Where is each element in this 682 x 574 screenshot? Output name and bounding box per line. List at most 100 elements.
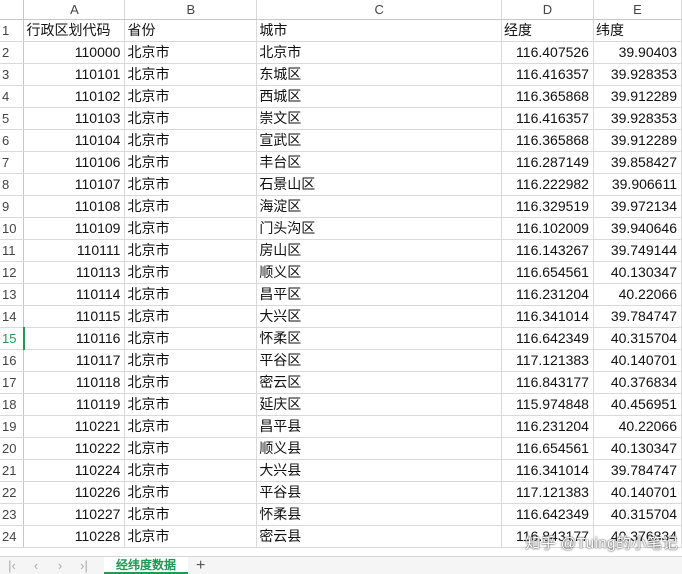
cell-b[interactable]: 北京市 <box>124 525 258 548</box>
cell-b[interactable]: 北京市 <box>124 173 258 196</box>
add-sheet-icon[interactable]: + <box>196 557 205 574</box>
cell-d[interactable]: 116.102009 <box>501 217 594 240</box>
cell-c[interactable]: 北京市 <box>256 41 503 64</box>
cell-c[interactable]: 石景山区 <box>256 173 503 196</box>
cell-e[interactable]: 39.906611 <box>593 173 682 196</box>
cell-c[interactable]: 延庆区 <box>256 393 503 416</box>
cell-b[interactable]: 北京市 <box>124 195 258 218</box>
cell-b[interactable]: 北京市 <box>124 415 258 438</box>
corner-cell[interactable] <box>0 0 25 20</box>
sheet-tab-active[interactable]: 经纬度数据 <box>104 557 189 574</box>
cell-e[interactable]: 40.315704 <box>593 327 682 350</box>
cell-d[interactable]: 115.974848 <box>501 393 594 416</box>
cell-a[interactable]: 110106 <box>23 151 126 174</box>
cell-e[interactable]: 40.140701 <box>593 481 682 504</box>
cell-e[interactable]: 39.912289 <box>593 85 682 108</box>
cell-c[interactable]: 平谷县 <box>256 481 503 504</box>
row-number[interactable]: 10 <box>0 217 25 240</box>
cell-c[interactable]: 西城区 <box>256 85 503 108</box>
row-number[interactable]: 13 <box>0 283 25 306</box>
cell-a[interactable]: 110113 <box>23 261 126 284</box>
row-number[interactable]: 14 <box>0 305 25 328</box>
cell-e[interactable]: 39.749144 <box>593 239 682 262</box>
cell-e[interactable]: 40.315704 <box>593 503 682 526</box>
row-number[interactable]: 11 <box>0 239 25 262</box>
cell-d[interactable]: 116.843177 <box>501 371 594 394</box>
row-number[interactable]: 1 <box>0 19 25 42</box>
row-number[interactable]: 8 <box>0 173 25 196</box>
cell-a[interactable]: 110119 <box>23 393 126 416</box>
cell-e[interactable]: 40.22066 <box>593 415 682 438</box>
column-header-a[interactable]: A <box>23 0 126 20</box>
cell-c[interactable]: 丰台区 <box>256 151 503 174</box>
cell-b[interactable]: 北京市 <box>124 283 258 306</box>
cell-b[interactable]: 北京市 <box>124 371 258 394</box>
row-number[interactable]: 6 <box>0 129 25 152</box>
cell-c[interactable]: 密云区 <box>256 371 503 394</box>
cell-b[interactable]: 北京市 <box>124 459 258 482</box>
cell-a[interactable]: 110108 <box>23 195 126 218</box>
cell-b[interactable]: 北京市 <box>124 481 258 504</box>
row-number[interactable]: 4 <box>0 85 25 108</box>
cell-c[interactable]: 海淀区 <box>256 195 503 218</box>
row-number[interactable]: 16 <box>0 349 25 372</box>
cell-b[interactable]: 北京市 <box>124 349 258 372</box>
cell-e[interactable]: 39.912289 <box>593 129 682 152</box>
cell-b[interactable]: 北京市 <box>124 217 258 240</box>
cell-a[interactable]: 110107 <box>23 173 126 196</box>
cell-c[interactable]: 东城区 <box>256 63 503 86</box>
cell-c[interactable]: 大兴区 <box>256 305 503 328</box>
cell-b[interactable]: 北京市 <box>124 305 258 328</box>
cell-a[interactable]: 110224 <box>23 459 126 482</box>
cell-e[interactable]: 39.928353 <box>593 63 682 86</box>
row-number[interactable]: 21 <box>0 459 25 482</box>
cell-d[interactable]: 116.365868 <box>501 129 594 152</box>
cell-a[interactable]: 110116 <box>23 327 126 350</box>
cell-e[interactable]: 40.376834 <box>593 371 682 394</box>
cell-a[interactable]: 110227 <box>23 503 126 526</box>
row-number[interactable]: 5 <box>0 107 25 130</box>
cell-d[interactable]: 116.143267 <box>501 239 594 262</box>
cell-b[interactable]: 北京市 <box>124 85 258 108</box>
row-number[interactable]: 22 <box>0 481 25 504</box>
cell-c[interactable]: 门头沟区 <box>256 217 503 240</box>
cell-c[interactable]: 昌平区 <box>256 283 503 306</box>
cell-c[interactable]: 城市 <box>256 19 503 42</box>
cell-e[interactable]: 39.940646 <box>593 217 682 240</box>
row-number[interactable]: 12 <box>0 261 25 284</box>
cell-e[interactable]: 39.784747 <box>593 305 682 328</box>
cell-d[interactable]: 116.365868 <box>501 85 594 108</box>
cell-a[interactable]: 110000 <box>23 41 126 64</box>
cell-a[interactable]: 110226 <box>23 481 126 504</box>
row-number[interactable]: 15 <box>0 327 25 350</box>
last-sheet-icon[interactable]: ›| <box>72 557 96 574</box>
cell-e[interactable]: 纬度 <box>593 19 682 42</box>
row-number[interactable]: 19 <box>0 415 25 438</box>
cell-c[interactable]: 大兴县 <box>256 459 503 482</box>
row-number[interactable]: 3 <box>0 63 25 86</box>
cell-c[interactable]: 顺义区 <box>256 261 503 284</box>
cell-d[interactable]: 116.231204 <box>501 415 594 438</box>
column-header-d[interactable]: D <box>501 0 594 20</box>
cell-d[interactable]: 116.654561 <box>501 261 594 284</box>
cell-d[interactable]: 116.341014 <box>501 305 594 328</box>
cell-d[interactable]: 116.222982 <box>501 173 594 196</box>
cell-b[interactable]: 北京市 <box>124 503 258 526</box>
column-header-c[interactable]: C <box>256 0 503 20</box>
cell-c[interactable]: 房山区 <box>256 239 503 262</box>
cell-d[interactable]: 经度 <box>501 19 594 42</box>
row-number[interactable]: 2 <box>0 41 25 64</box>
row-number[interactable]: 20 <box>0 437 25 460</box>
first-sheet-icon[interactable]: |‹ <box>0 557 24 574</box>
cell-a[interactable]: 110104 <box>23 129 126 152</box>
cell-a[interactable]: 110222 <box>23 437 126 460</box>
cell-a[interactable]: 110109 <box>23 217 126 240</box>
cell-d[interactable]: 116.407526 <box>501 41 594 64</box>
cell-e[interactable]: 39.784747 <box>593 459 682 482</box>
cell-b[interactable]: 北京市 <box>124 107 258 130</box>
cell-e[interactable]: 39.90403 <box>593 41 682 64</box>
cell-a[interactable]: 110118 <box>23 371 126 394</box>
cell-e[interactable]: 40.22066 <box>593 283 682 306</box>
cell-c[interactable]: 平谷区 <box>256 349 503 372</box>
cell-d[interactable]: 116.654561 <box>501 437 594 460</box>
